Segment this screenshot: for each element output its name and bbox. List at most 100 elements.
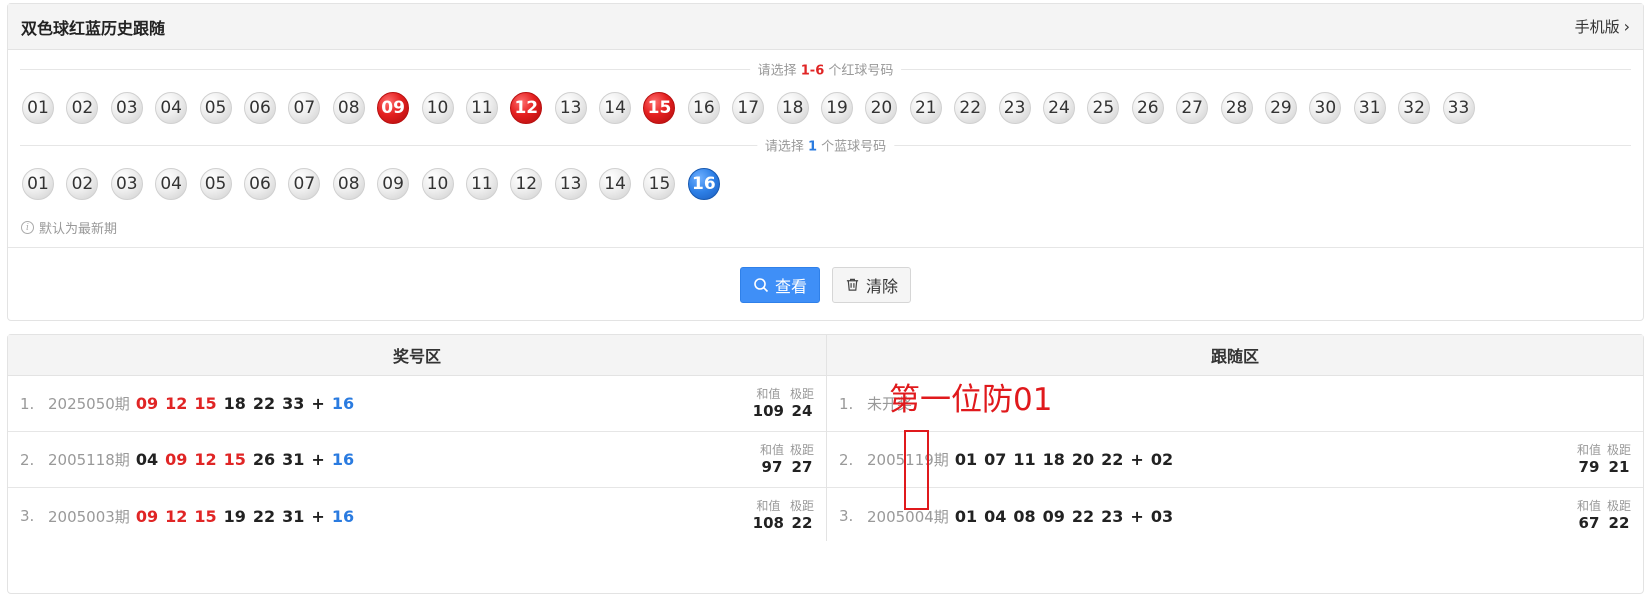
red-number: 09 bbox=[135, 506, 159, 526]
blue-ball[interactable]: 13 bbox=[554, 168, 587, 200]
red-ball[interactable]: 33 bbox=[1442, 92, 1475, 124]
red-number: 31 bbox=[282, 450, 305, 469]
red-ball[interactable]: 08 bbox=[332, 92, 365, 124]
blue-ball[interactable]: 12 bbox=[510, 168, 543, 200]
blue-ball[interactable]: 05 bbox=[199, 168, 232, 200]
red-number: 22 bbox=[252, 394, 276, 413]
draw-numbers: 04 09 12 15 26 31 +16 bbox=[136, 450, 354, 469]
blue-ball[interactable]: 16 bbox=[687, 168, 720, 200]
red-ball[interactable]: 32 bbox=[1398, 92, 1431, 124]
red-ball[interactable]: 14 bbox=[599, 92, 632, 124]
blue-ball[interactable]: 11 bbox=[465, 168, 498, 200]
picker-panel: 双色球红蓝历史跟随 手机版 › 请选择 1-6 个红球号码 01 02 03 04 05… bbox=[7, 3, 1644, 321]
results-panel: 奖号区 1. 2025050期 09 12 15 18 22 33 +16 和值 极距 109 24 2.… bbox=[7, 334, 1644, 594]
sum-value: 67 bbox=[1578, 514, 1600, 532]
issue-number: 2025050期 bbox=[48, 395, 130, 413]
red-ball[interactable]: 24 bbox=[1042, 92, 1075, 124]
draw-numbers: 09 12 15 19 22 31 +16 bbox=[136, 507, 354, 526]
row-stats: 和值 极距 109 24 bbox=[753, 385, 814, 420]
red-ball[interactable]: 03 bbox=[110, 92, 143, 124]
red-ball[interactable]: 10 bbox=[421, 92, 454, 124]
blue-number: 03 bbox=[1150, 506, 1174, 526]
red-ball[interactable]: 04 bbox=[155, 92, 188, 124]
left-result-row: 2. 2005118期 04 09 12 15 26 31 +16 和值 极距 97 27 bbox=[8, 432, 826, 488]
red-ball[interactable]: 22 bbox=[954, 92, 987, 124]
view-button-label: 查看 bbox=[774, 276, 807, 296]
blue-ball[interactable]: 08 bbox=[332, 168, 365, 200]
red-ball[interactable]: 07 bbox=[288, 92, 321, 124]
red-ball[interactable]: 31 bbox=[1353, 92, 1386, 124]
red-number: 08 bbox=[1013, 506, 1036, 526]
blue-ball[interactable]: 01 bbox=[22, 168, 54, 200]
right-result-row: 3. 2005004期 01 04 08 09 22 23 +03 和值 极距 67 22 bbox=[827, 488, 1643, 544]
span-value: 24 bbox=[791, 402, 813, 420]
mobile-version-link[interactable]: 手机版 › bbox=[1575, 16, 1630, 37]
red-number: 12 bbox=[194, 450, 217, 469]
red-ball[interactable]: 02 bbox=[66, 92, 99, 124]
red-ball[interactable]: 25 bbox=[1087, 92, 1120, 124]
red-ball[interactable]: 06 bbox=[243, 92, 276, 124]
search-icon bbox=[754, 277, 769, 292]
red-number: 33 bbox=[282, 394, 305, 413]
span-value: 22 bbox=[1608, 514, 1630, 532]
span-value: 22 bbox=[791, 514, 813, 532]
blue-number: 16 bbox=[331, 450, 355, 469]
span-label: 极距 bbox=[1606, 499, 1631, 513]
panel-header: 双色球红蓝历史跟随 手机版 › bbox=[8, 4, 1643, 50]
issue-number: 2005003期 bbox=[48, 507, 130, 526]
red-ball[interactable]: 09 bbox=[377, 92, 410, 124]
highlight-box bbox=[904, 430, 929, 510]
blue-ball[interactable]: 07 bbox=[288, 168, 321, 200]
blue-ball[interactable]: 09 bbox=[377, 168, 410, 200]
view-button[interactable]: 查看 bbox=[739, 266, 820, 303]
red-ball[interactable]: 11 bbox=[465, 92, 498, 124]
draw-column-header: 奖号区 bbox=[8, 335, 826, 376]
draw-column: 奖号区 1. 2025050期 09 12 15 18 22 33 +16 和值 极距 109 24 2.… bbox=[8, 335, 826, 544]
issue-number: 2005118期 bbox=[48, 451, 130, 469]
row-stats: 和值 极距 108 22 bbox=[753, 497, 814, 532]
sum-value: 97 bbox=[761, 458, 783, 476]
red-number: 18 bbox=[223, 394, 246, 413]
red-ball[interactable]: 19 bbox=[821, 92, 854, 124]
red-ball[interactable]: 20 bbox=[865, 92, 898, 124]
blue-number: 02 bbox=[1150, 450, 1174, 469]
sum-label: 和值 bbox=[756, 499, 781, 513]
red-number: 15 bbox=[194, 394, 217, 413]
red-number: 09 bbox=[165, 450, 188, 469]
red-ball[interactable]: 27 bbox=[1176, 92, 1209, 124]
red-ball[interactable]: 26 bbox=[1131, 92, 1164, 124]
sum-value: 108 bbox=[752, 514, 784, 532]
sum-label: 和值 bbox=[756, 387, 781, 401]
red-ball[interactable]: 29 bbox=[1264, 92, 1297, 124]
default-hint: i 默认为最新期 bbox=[21, 218, 117, 237]
red-number: 04 bbox=[135, 450, 159, 469]
red-ball[interactable]: 16 bbox=[687, 92, 720, 124]
clear-button[interactable]: 清除 bbox=[832, 266, 912, 303]
blue-ball[interactable]: 04 bbox=[155, 168, 188, 200]
red-number: 19 bbox=[223, 506, 246, 526]
sum-label: 和值 bbox=[1576, 499, 1601, 513]
blue-ball[interactable]: 02 bbox=[66, 168, 99, 200]
blue-ball[interactable]: 14 bbox=[599, 168, 632, 200]
red-ball[interactable]: 18 bbox=[776, 92, 809, 124]
blue-ball[interactable]: 06 bbox=[243, 168, 276, 200]
red-ball[interactable]: 28 bbox=[1220, 92, 1253, 124]
red-ball[interactable]: 23 bbox=[998, 92, 1031, 124]
blue-ball[interactable]: 03 bbox=[110, 168, 143, 200]
red-ball[interactable]: 21 bbox=[909, 92, 942, 124]
blue-number: 16 bbox=[331, 394, 355, 413]
row-index: 2. bbox=[20, 450, 35, 469]
blue-ball[interactable]: 15 bbox=[643, 168, 676, 200]
red-ball[interactable]: 17 bbox=[732, 92, 765, 124]
red-ball[interactable]: 12 bbox=[510, 92, 543, 124]
red-number: 31 bbox=[282, 506, 305, 526]
red-ball[interactable]: 01 bbox=[22, 92, 54, 124]
red-ball[interactable]: 30 bbox=[1309, 92, 1342, 124]
span-label: 极距 bbox=[1606, 443, 1631, 457]
red-ball[interactable]: 13 bbox=[554, 92, 587, 124]
red-ball[interactable]: 15 bbox=[643, 92, 676, 124]
red-ball[interactable]: 05 bbox=[199, 92, 232, 124]
span-value: 27 bbox=[791, 458, 813, 476]
blue-ball[interactable]: 10 bbox=[421, 168, 454, 200]
plus-sign: + bbox=[311, 450, 325, 469]
